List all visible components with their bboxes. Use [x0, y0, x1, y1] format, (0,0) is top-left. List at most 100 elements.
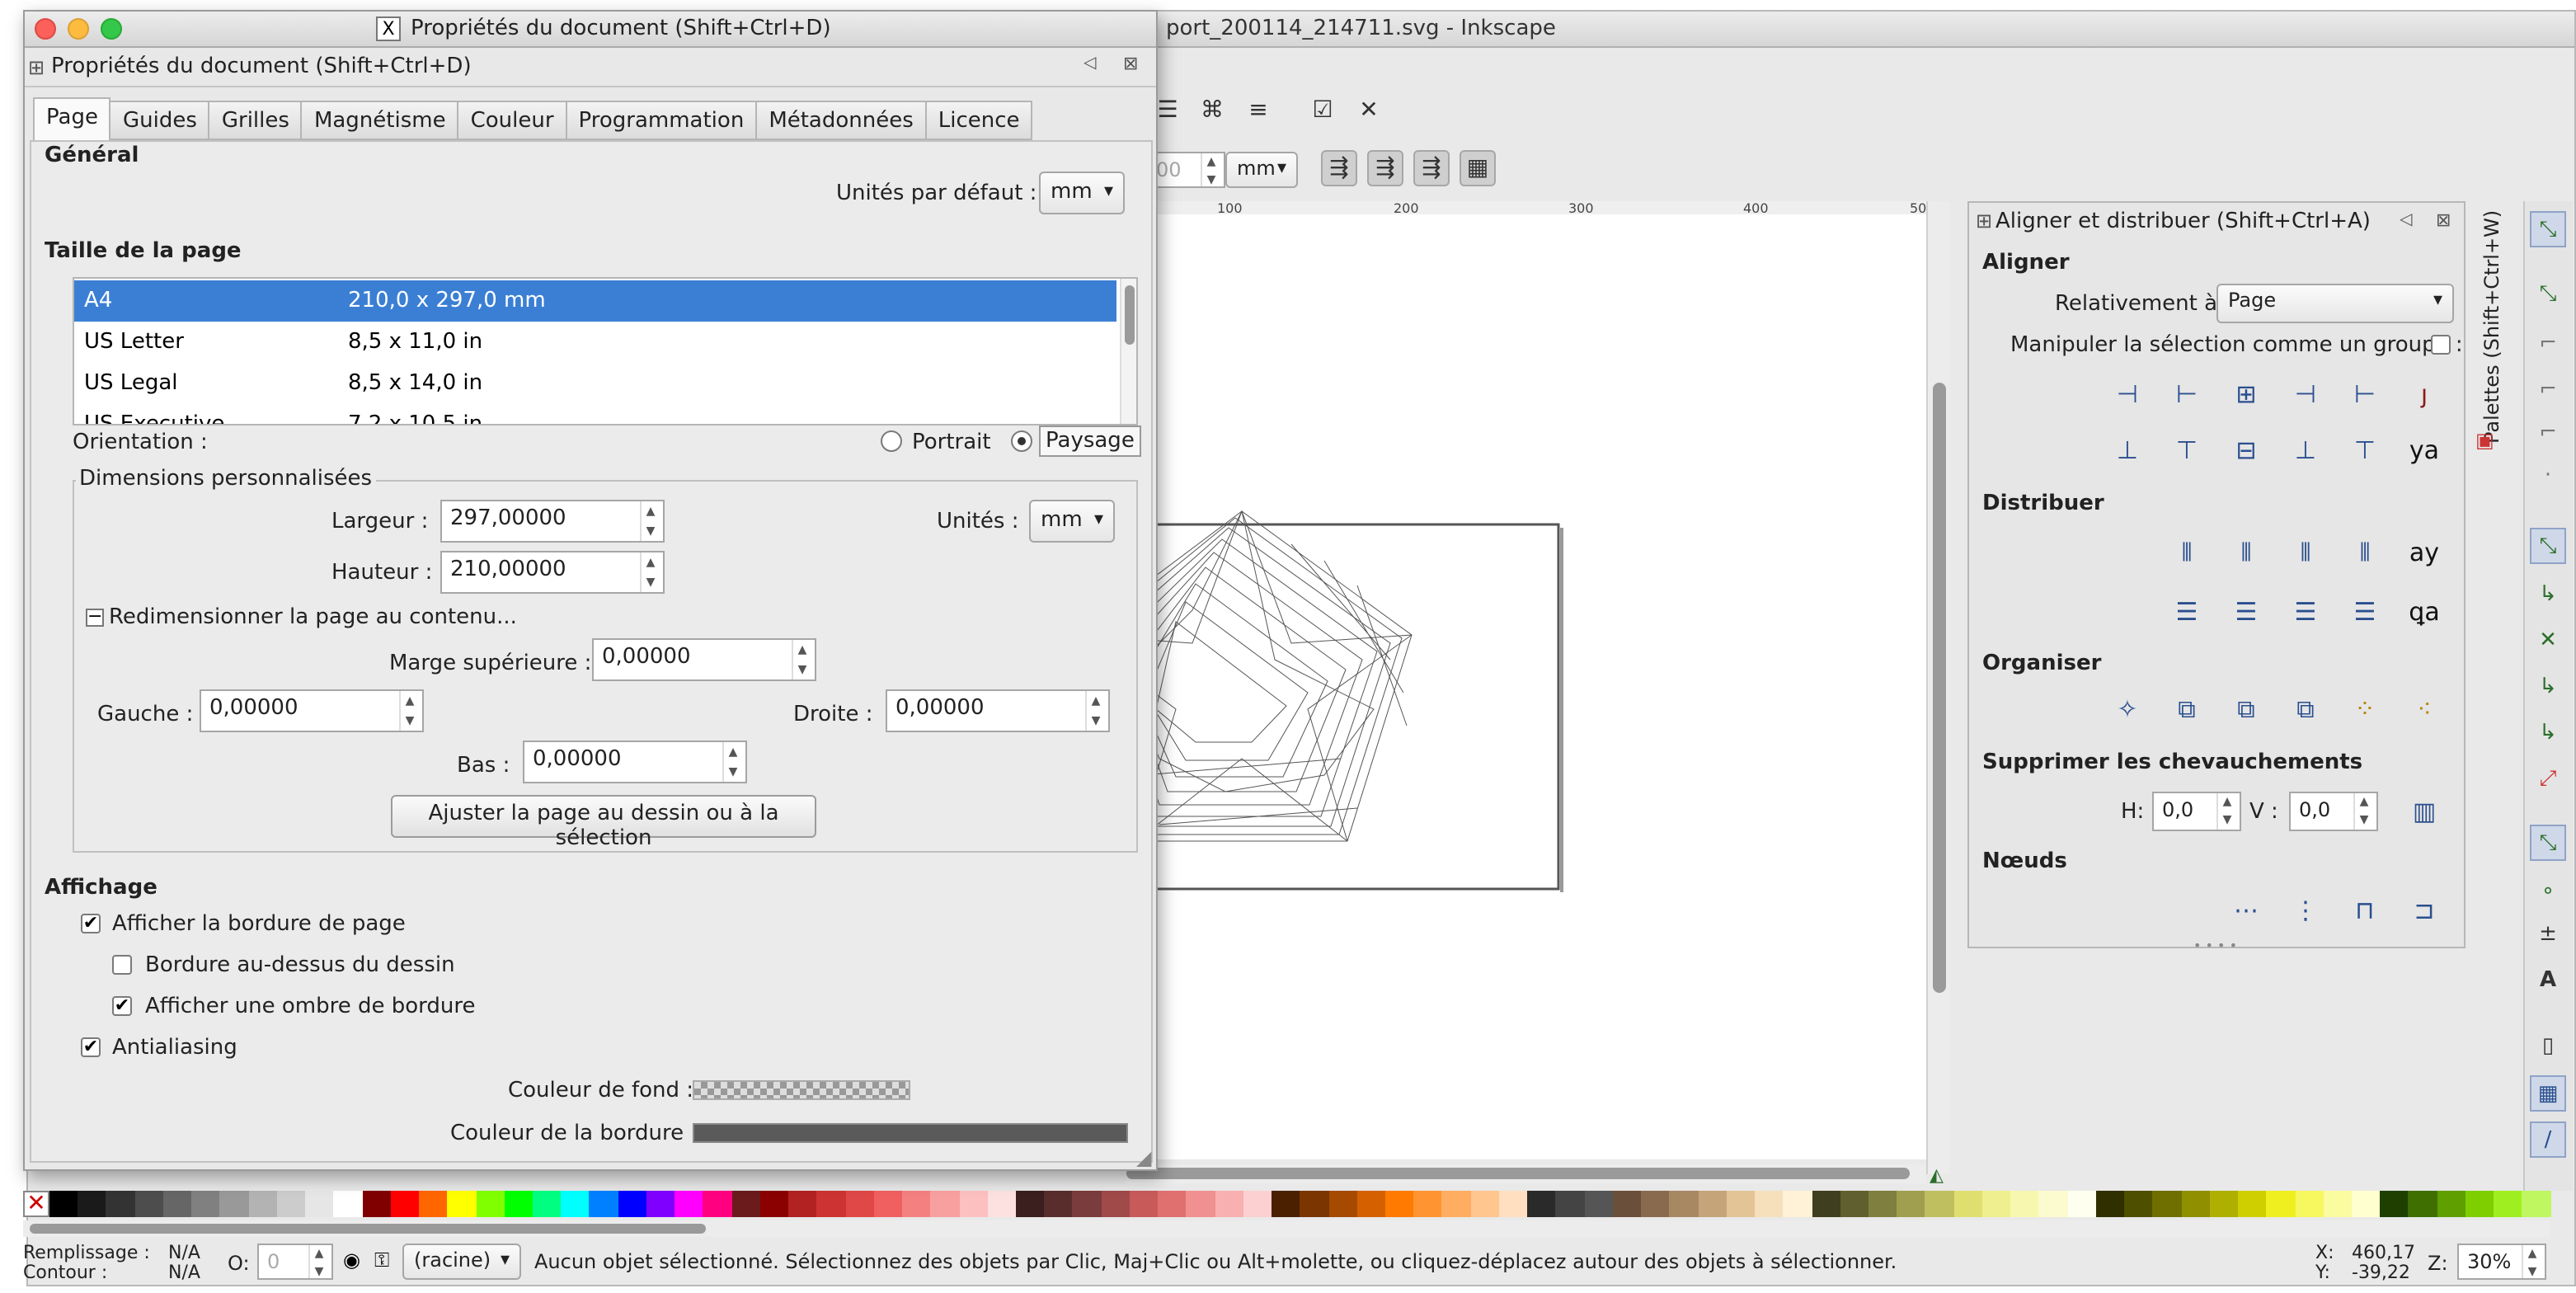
color-swatch[interactable] [1925, 1191, 1954, 1217]
color-swatch[interactable] [49, 1191, 78, 1217]
color-swatch[interactable] [476, 1191, 505, 1217]
show-shadow-checkbox[interactable]: ✔ [112, 996, 132, 1016]
color-swatch[interactable] [2238, 1191, 2267, 1217]
color-swatch[interactable] [618, 1191, 646, 1217]
dialog-detach-icon[interactable]: ◁ [1084, 54, 1096, 73]
color-swatch[interactable] [2295, 1191, 2324, 1217]
color-swatch[interactable] [1869, 1191, 1897, 1217]
color-swatch[interactable] [1356, 1191, 1386, 1217]
border-on-top-checkbox[interactable] [112, 955, 132, 975]
color-swatch[interactable] [305, 1191, 334, 1217]
snap-centers-icon[interactable]: ∘ [2530, 874, 2566, 910]
color-swatch[interactable] [759, 1191, 789, 1217]
color-swatch[interactable] [504, 1191, 533, 1217]
fit-page-button[interactable]: Ajuster la page au dessin ou à la sélect… [391, 795, 816, 851]
align-right-edges-icon[interactable]: ⊣ [2286, 374, 2325, 414]
color-swatch[interactable] [1044, 1191, 1073, 1217]
distribute-baseline-h-icon[interactable]: ay [2404, 533, 2444, 572]
align-left-edges-icon[interactable]: ⊢ [2167, 374, 2207, 414]
snap-bbox-midpoints-icon[interactable]: ⌐ [2530, 416, 2566, 452]
landscape-label[interactable]: Paysage [1039, 426, 1141, 457]
opacity-input[interactable]: 0 ▲ ▼ [257, 1244, 333, 1280]
zoom-input[interactable]: 30% ▲ ▼ [2457, 1244, 2546, 1280]
color-swatch[interactable] [675, 1191, 703, 1217]
unclump-icon[interactable]: ⁖ [2404, 689, 2444, 729]
vertical-scroll-thumb[interactable] [1933, 383, 1946, 993]
color-swatch[interactable] [1243, 1191, 1272, 1217]
color-swatch[interactable] [1101, 1191, 1130, 1217]
color-swatch[interactable] [1215, 1191, 1243, 1217]
distribute-nodes-v-icon[interactable]: ⊐ [2404, 891, 2444, 930]
color-swatch[interactable] [2323, 1191, 2352, 1217]
color-swatch[interactable] [2522, 1191, 2551, 1217]
color-swatch[interactable] [1470, 1191, 1499, 1217]
distribute-nodes-h-icon[interactable]: ⊓ [2345, 891, 2385, 930]
snap-rotation-center-icon[interactable]: ± [2530, 917, 2566, 953]
color-swatch[interactable] [1783, 1191, 1812, 1217]
close-window-button[interactable] [35, 18, 56, 40]
snap-bbox-icon[interactable]: ⤡ [2530, 277, 2566, 313]
center-horizontal-axis-icon[interactable]: ⊟ [2226, 430, 2266, 470]
exchange-positions-icon[interactable]: ⧉ [2167, 689, 2207, 729]
border-color-swatch[interactable] [693, 1123, 1128, 1143]
color-swatch[interactable] [333, 1191, 363, 1217]
align-top-edge-icon[interactable]: ⊤ [2345, 430, 2385, 470]
color-swatch[interactable] [1555, 1191, 1585, 1217]
color-palette[interactable] [49, 1191, 2551, 1217]
exchange-z-order-icon[interactable]: ⧉ [2226, 689, 2266, 729]
tab-metadata[interactable]: Métadonnées [757, 101, 927, 140]
snap-transform-1-icon[interactable]: ⇶ [1321, 150, 1357, 186]
color-swatch[interactable] [1072, 1191, 1102, 1217]
palette-scroll-thumb[interactable] [30, 1224, 706, 1234]
exchange-clockwise-icon[interactable]: ⧉ [2286, 689, 2325, 729]
minimize-window-button[interactable] [68, 18, 89, 40]
snap-nodes-icon[interactable]: ⤡ [2530, 528, 2566, 564]
tab-snapping[interactable]: Magnétisme [302, 101, 459, 140]
color-swatch[interactable] [106, 1191, 135, 1217]
color-swatch[interactable] [162, 1191, 192, 1217]
color-swatch[interactable] [2437, 1191, 2466, 1217]
snap-grid-icon[interactable]: ▦ [2530, 1075, 2566, 1112]
panel-resize-grip[interactable]: • • • • [2193, 938, 2237, 953]
snap-intersections-icon[interactable]: ✕ [2530, 623, 2566, 660]
color-swatch[interactable] [1840, 1191, 1869, 1217]
palette-scrollbar[interactable] [23, 1220, 2550, 1237]
color-swatch[interactable] [1812, 1191, 1840, 1217]
color-swatch[interactable] [1272, 1191, 1300, 1217]
snap-bbox-edges-icon[interactable]: ⌐ [2530, 327, 2566, 363]
snap-midpoints-icon[interactable]: ⤢ [2530, 762, 2566, 798]
drawing-canvas[interactable] [1126, 214, 1926, 1159]
color-swatch[interactable] [1981, 1191, 2011, 1217]
color-swatch[interactable] [1953, 1191, 1982, 1217]
overlap-v-input[interactable]: 0,0 ▲ ▼ [2289, 792, 2378, 831]
panel-close-icon[interactable]: ⊠ [2436, 209, 2451, 231]
height-input[interactable]: 210,00000 ▲ ▼ [440, 551, 665, 594]
color-swatch[interactable] [1186, 1191, 1215, 1217]
dialog-close-icon[interactable]: ⊠ [1123, 53, 1138, 74]
layer-visibility-icon[interactable]: ◉ [343, 1248, 360, 1272]
show-shadow-label[interactable]: Afficher une ombre de bordure [145, 994, 476, 1019]
color-swatch[interactable] [1300, 1191, 1329, 1217]
color-swatch[interactable] [816, 1191, 846, 1217]
no-paint-swatch[interactable]: ✕ [23, 1191, 49, 1217]
color-swatch[interactable] [447, 1191, 477, 1217]
color-swatch[interactable] [1129, 1191, 1159, 1217]
horizontal-scroll-thumb[interactable] [1126, 1168, 1910, 1179]
snap-transform-3-icon[interactable]: ⇶ [1413, 150, 1450, 186]
color-swatch[interactable] [390, 1191, 420, 1217]
color-swatch[interactable] [646, 1191, 675, 1217]
snap-guides-icon[interactable]: / [2530, 1121, 2566, 1158]
panel-detach-icon[interactable]: ◁ [2400, 211, 2412, 229]
default-units-select[interactable]: mm ▾ [1039, 172, 1125, 214]
align-nodes-h-icon[interactable]: ⋯ [2226, 891, 2266, 930]
color-swatch[interactable] [1385, 1191, 1414, 1217]
relative-to-select[interactable]: Page ▾ [2216, 284, 2454, 323]
color-swatch[interactable] [2124, 1191, 2153, 1217]
snap-text-baseline-icon[interactable]: A [2530, 963, 2566, 999]
toolbar-unit-select[interactable]: mm ▾ [1225, 152, 1298, 188]
color-swatch[interactable] [1498, 1191, 1528, 1217]
bottom-margin-input[interactable]: 0,00000 ▲ ▼ [523, 741, 747, 783]
color-swatch[interactable] [2380, 1191, 2409, 1217]
align-right-edge-icon[interactable]: ⊣ [2108, 374, 2147, 414]
collapse-toggle-icon[interactable]: − [86, 607, 104, 627]
